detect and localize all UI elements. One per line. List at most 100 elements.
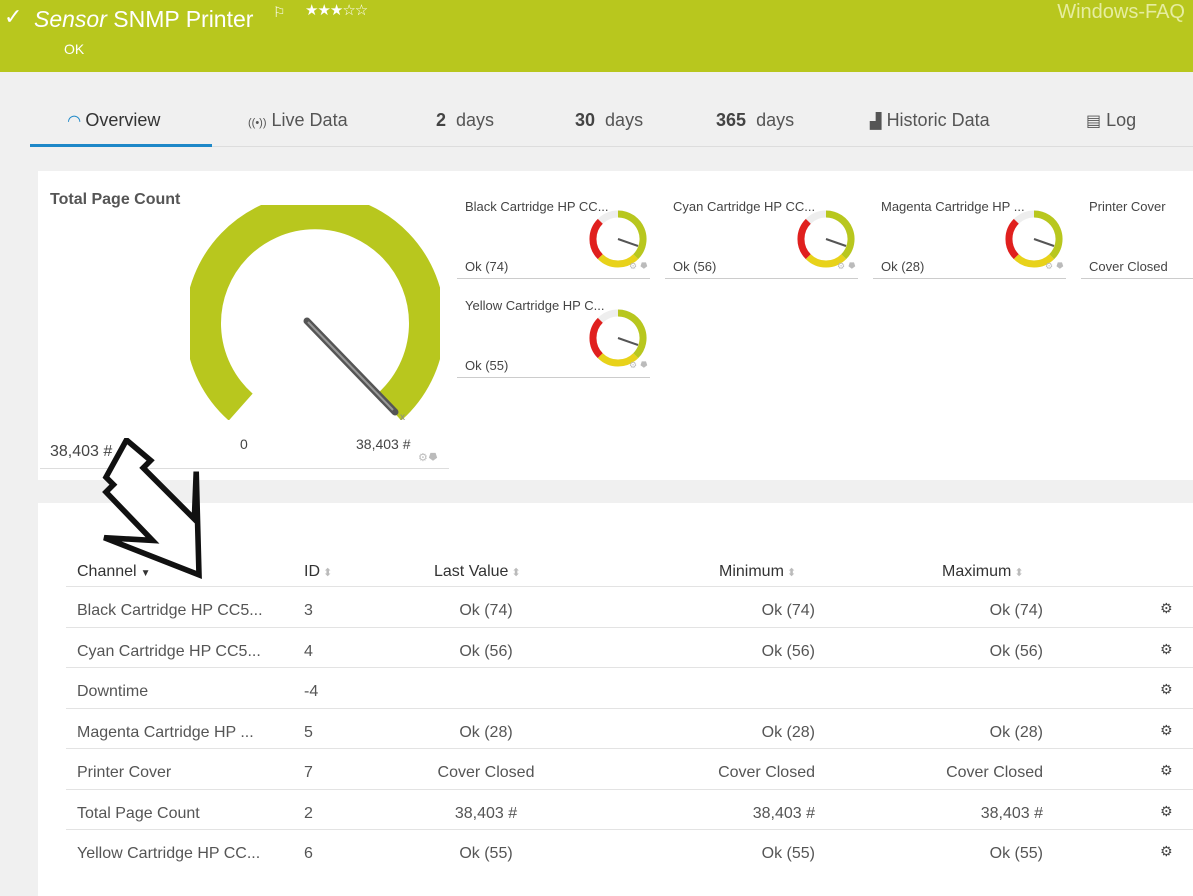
mini-gauge-dial: [797, 210, 855, 268]
mini-gauge-value: Cover Closed: [1089, 259, 1168, 274]
tab-label: Log: [1106, 110, 1137, 130]
gear-icon[interactable]: ⚙: [837, 261, 845, 271]
col-id[interactable]: ID ⬍: [304, 563, 332, 581]
cogs-icon[interactable]: ⚙: [1160, 843, 1173, 860]
tab-2-days[interactable]: 2 days: [436, 110, 494, 131]
channel-name[interactable]: Printer Cover: [77, 764, 171, 782]
gauge-max-label: 38,403 #: [356, 436, 411, 452]
gear-icon[interactable]: ⚙: [629, 360, 637, 370]
mini-gauge-title: Black Cartridge HP CC...: [465, 199, 609, 214]
gear-icon[interactable]: ⚙: [1045, 261, 1053, 271]
table-row[interactable]: Black Cartridge HP CC5... 3 Ok (74) Ok (…: [66, 586, 1193, 627]
status-check-icon: ✓: [4, 4, 23, 29]
status-text: OK: [64, 41, 85, 57]
pin-icon[interactable]: ⯂: [1056, 261, 1063, 271]
table-row[interactable]: Magenta Cartridge HP ... 5 Ok (28) Ok (2…: [66, 707, 1193, 749]
last-value: Ok (74): [459, 602, 513, 619]
minimum-value: Ok (55): [761, 845, 815, 862]
table-row[interactable]: Yellow Cartridge HP CC... 6 Ok (55) Ok (…: [66, 829, 1193, 870]
cogs-icon[interactable]: ⚙: [1160, 803, 1173, 820]
mini-gauge-value: Ok (56): [673, 259, 717, 274]
channel-id: 6: [304, 845, 313, 862]
chart-icon: ▟: [870, 113, 882, 130]
sort-icon: ⬍: [786, 567, 797, 579]
channel-name[interactable]: Black Cartridge HP CC5...: [77, 602, 263, 620]
channel-id: 2: [304, 804, 313, 822]
table-row[interactable]: Total Page Count 2 38,403 # 38,403 # 38,…: [66, 788, 1193, 830]
mini-toolbar: ⚙ ⯂: [837, 261, 855, 272]
channel-name[interactable]: Yellow Cartridge HP CC...: [77, 845, 260, 863]
last-value: 38,403 #: [454, 804, 518, 822]
channel-name[interactable]: Magenta Cartridge HP ...: [77, 724, 254, 742]
channel-name[interactable]: Cyan Cartridge HP CC5...: [77, 643, 261, 661]
total-page-count-gauge[interactable]: x: [190, 205, 440, 420]
tab-overview[interactable]: ◠ Overview: [68, 110, 160, 131]
maximum-value: 38,403 #: [980, 804, 1043, 822]
mini-gauge-value: Ok (74): [465, 259, 509, 274]
pin-icon[interactable]: ⯂: [428, 452, 437, 464]
sort-icon: ⬍: [1014, 567, 1024, 579]
last-value: Ok (55): [459, 845, 513, 862]
tab-365-days[interactable]: 365 days: [716, 110, 794, 131]
overview-icon: ◠: [68, 113, 81, 130]
cogs-icon[interactable]: ⚙: [1160, 681, 1173, 698]
sensor-name: SNMP Printer: [113, 6, 254, 32]
channel-name[interactable]: Downtime: [77, 683, 148, 701]
minimum-value: Ok (28): [761, 723, 815, 741]
tab-label: days: [756, 110, 795, 130]
mini-toolbar: ⚙ ⯂: [629, 261, 647, 272]
mini-gauge-card[interactable]: Yellow Cartridge HP C... Ok (55) ⚙ ⯂: [457, 279, 650, 378]
mini-gauge-value: Ok (28): [881, 259, 925, 274]
tab-30-days[interactable]: 30 days: [575, 110, 643, 131]
tab-log[interactable]: ▤ Log: [1086, 110, 1136, 131]
col-maximum[interactable]: Maximum ⬍: [942, 563, 1024, 581]
svg-text:x: x: [400, 412, 405, 420]
live-data-icon: ((•)): [248, 117, 267, 129]
mini-gauge-card[interactable]: Printer Cover Cover Closed: [1081, 180, 1193, 279]
cogs-icon[interactable]: ⚙: [1160, 722, 1173, 739]
pin-icon[interactable]: ⯂: [640, 261, 647, 271]
table-row[interactable]: Printer Cover 7 Cover Closed Cover Close…: [66, 748, 1193, 789]
table-row[interactable]: Downtime -4 ⚙: [66, 667, 1193, 708]
cogs-icon[interactable]: ⚙: [1160, 600, 1173, 617]
tab-number: 30: [575, 110, 596, 130]
tab-label: Live Data: [271, 110, 348, 130]
col-minimum[interactable]: Minimum ⬍: [719, 563, 796, 581]
header-label: Maximum: [942, 563, 1012, 580]
gear-icon[interactable]: ⚙: [629, 261, 637, 271]
channel-name[interactable]: Total Page Count: [77, 805, 200, 823]
mini-gauge-dial: [589, 309, 647, 367]
tab-historic-data[interactable]: ▟ Historic Data: [870, 110, 990, 131]
tab-number: 365: [716, 110, 747, 130]
channel-id: -4: [304, 683, 319, 700]
col-last-value[interactable]: Last Value ⬍: [434, 563, 521, 581]
minimum-value: Ok (74): [761, 602, 815, 619]
priority-stars[interactable]: ★★★☆☆: [305, 1, 368, 19]
mini-gauge-title: Printer Cover: [1089, 199, 1166, 214]
tab-number: 2: [436, 110, 447, 130]
flag-icon[interactable]: ⚐: [273, 4, 286, 21]
mini-gauge-card[interactable]: Black Cartridge HP CC... Ok (74) ⚙ ⯂: [457, 180, 650, 279]
sensor-header: ✓ Sensor SNMP Printer ⚐ ★★★☆☆ OK Windows…: [0, 0, 1193, 72]
gear-icon[interactable]: ⚙: [418, 452, 428, 464]
mini-toolbar: ⚙ ⯂: [629, 360, 647, 371]
minimum-value: Ok (56): [761, 642, 815, 660]
mini-gauge-title: Cyan Cartridge HP CC...: [673, 199, 816, 214]
tab-label: Historic Data: [886, 110, 990, 130]
channel-id: 7: [304, 764, 313, 781]
gauge-arc: [190, 205, 440, 420]
maximum-value: Ok (74): [989, 602, 1043, 619]
cogs-icon[interactable]: ⚙: [1160, 641, 1173, 658]
gauge-toolbar: ⚙⯂: [418, 451, 437, 465]
maximum-value: Ok (55): [989, 845, 1043, 862]
cogs-icon[interactable]: ⚙: [1160, 762, 1173, 779]
mini-gauge-dial: [589, 210, 647, 268]
mini-gauge-card[interactable]: Cyan Cartridge HP CC... Ok (56) ⚙ ⯂: [665, 180, 858, 279]
pin-icon[interactable]: ⯂: [640, 360, 647, 370]
gauge-min-label: 0: [240, 436, 248, 452]
sort-icon: ⬍: [323, 567, 333, 579]
pin-icon[interactable]: ⯂: [848, 261, 855, 271]
mini-gauge-card[interactable]: Magenta Cartridge HP ... Ok (28) ⚙ ⯂: [873, 180, 1066, 279]
tab-live-data[interactable]: ((•)) Live Data: [248, 110, 348, 131]
table-row[interactable]: Cyan Cartridge HP CC5... 4 Ok (56) Ok (5…: [66, 626, 1193, 668]
